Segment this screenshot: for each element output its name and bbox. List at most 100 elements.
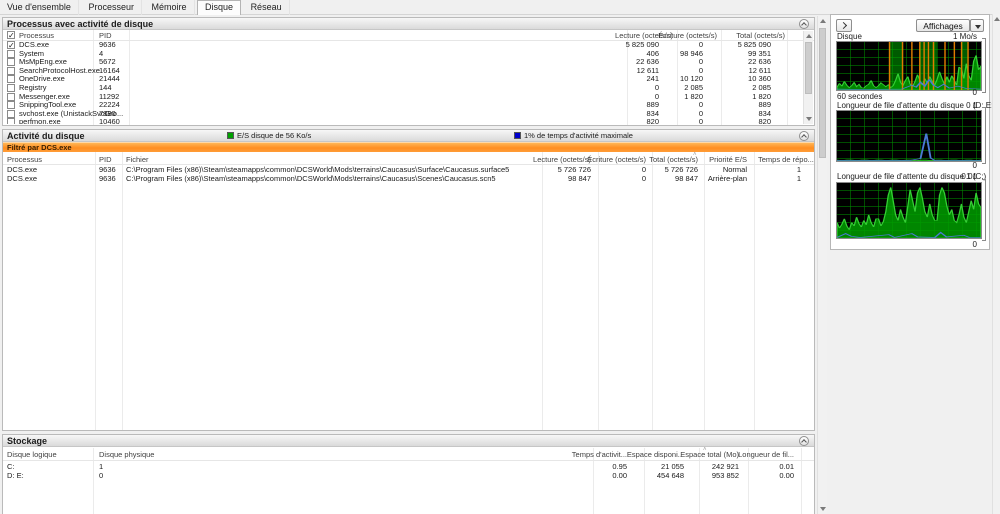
tab-memoire[interactable]: Mémoire — [145, 0, 195, 15]
scroll-down-icon[interactable] — [806, 117, 812, 121]
col-header-queue-length[interactable]: Longueur de fil... — [714, 449, 794, 461]
process-checkbox[interactable] — [7, 83, 15, 92]
col-header-pid[interactable]: PID — [99, 30, 112, 41]
cell-pid: 9636 — [99, 173, 116, 183]
tab-processeur[interactable]: Processeur — [81, 0, 142, 15]
col-header-process[interactable]: Processus — [7, 154, 42, 165]
col-header-process[interactable]: Processus — [19, 30, 54, 41]
disk-activity-header[interactable]: Activité du disque E/S disque de 56 Ko/s… — [3, 130, 814, 142]
column-divider — [652, 152, 653, 430]
column-divider — [95, 152, 96, 430]
chart-scale-bottom: 0 — [972, 240, 977, 249]
table-row[interactable]: C: 1 0.95 21 055 242 921 0.01 — [3, 462, 814, 472]
cell-priority: Arrière-plan — [707, 173, 747, 183]
col-header-total[interactable]: Total (octets/s) — [618, 154, 698, 165]
cell-file: C:\Program Files (x86)\Steam\steamapps\c… — [126, 173, 496, 183]
process-row[interactable]: MsMpEng.exe 5672 22 636 0 22 636 — [3, 58, 800, 67]
processes-scrollbar[interactable] — [803, 31, 813, 124]
chart-scale-bottom: 0 — [972, 88, 977, 97]
chart-scale-bottom: 0 — [972, 161, 977, 170]
tab-vue-densemble[interactable]: Vue d'ensemble — [0, 0, 79, 15]
process-checkbox[interactable] — [7, 109, 15, 118]
process-checkbox[interactable] — [7, 66, 15, 75]
disk1-queue-graph — [836, 182, 982, 239]
processes-panel-title: Processus avec activité de disque — [7, 19, 154, 29]
scroll-up-icon[interactable] — [994, 17, 1000, 21]
column-divider — [598, 152, 599, 430]
table-row[interactable]: D: E: 0 0.00 454 648 953 852 0.00 — [3, 470, 814, 481]
process-row[interactable]: perfmon.exe 10460 820 0 820 — [3, 118, 800, 124]
scale-bracket — [982, 179, 986, 241]
process-checkbox[interactable] — [7, 118, 15, 124]
cell-physical: 0 — [99, 470, 104, 480]
cell-total: 98 847 — [675, 173, 698, 183]
storage-header[interactable]: Stockage — [3, 435, 814, 447]
table-row[interactable]: DCS.exe 9636 C:\Program Files (x86)\Stea… — [3, 173, 814, 184]
scale-bracket — [982, 38, 986, 93]
cell-response: 1 — [796, 165, 801, 174]
collapse-icon[interactable] — [799, 131, 809, 141]
disk-activity-panel: Activité du disque E/S disque de 56 Ko/s… — [2, 129, 815, 431]
tab-reseau[interactable]: Réseau — [244, 0, 290, 15]
collapse-icon[interactable] — [799, 19, 809, 29]
cell-pid: 10460 — [99, 117, 120, 124]
views-button[interactable]: Affichages — [916, 19, 970, 32]
column-divider — [704, 152, 705, 430]
main-scrollbar[interactable] — [817, 16, 827, 514]
process-checkbox[interactable] — [7, 101, 15, 110]
resource-monitor-disk-tab: Vue d'ensemble Processeur Mémoire Disque… — [0, 0, 1000, 514]
chart-scale-top: 1 — [972, 101, 977, 110]
process-checkbox[interactable] — [7, 58, 15, 67]
cell-process: DCS.exe — [7, 173, 38, 183]
cell-total: 820 — [758, 117, 771, 124]
scale-bracket — [982, 107, 986, 164]
tab-disque[interactable]: Disque — [197, 0, 242, 15]
scroll-up-icon[interactable] — [806, 34, 812, 38]
scrollbar-thumb[interactable] — [805, 42, 812, 94]
disk0-queue-graph — [836, 110, 982, 162]
select-all-checkbox[interactable]: ✓ — [7, 31, 15, 40]
cell-queue: 0.00 — [779, 470, 794, 480]
filter-bar-label: Filtré par DCS.exe — [7, 143, 72, 152]
process-checkbox[interactable] — [7, 75, 15, 84]
chart-scale-top: 1 Mo/s — [952, 32, 977, 41]
process-row[interactable]: OneDrive.exe 21444 241 10 120 10 360 — [3, 75, 800, 84]
col-header-pid[interactable]: PID — [99, 154, 112, 165]
chart-scale-top: 0.01 — [961, 172, 977, 181]
activity-table-header: Processus PID Fichier Lecture (octets/s)… — [3, 154, 814, 165]
activity-legend-swatch — [514, 132, 521, 139]
processes-panel-header[interactable]: Processus avec activité de disque — [3, 18, 814, 30]
process-row[interactable]: Registry 144 0 2 085 2 085 — [3, 83, 800, 93]
processes-rows: ✓ DCS.exe 9636 5 825 090 0 5 825 090 System 4 40… — [3, 41, 800, 124]
collapse-sidebar-button[interactable] — [836, 19, 852, 32]
column-divider — [542, 152, 543, 430]
scrollbar-thumb[interactable] — [819, 28, 826, 158]
sidebar-scrollbar[interactable] — [992, 14, 1000, 514]
col-header-priority[interactable]: Priorité E/S — [687, 154, 747, 165]
views-dropdown-button[interactable] — [970, 19, 984, 32]
cell-response: 1 — [796, 173, 801, 183]
process-row[interactable]: Messenger.exe 11292 0 1 820 1 820 — [3, 92, 800, 102]
scroll-down-icon[interactable] — [820, 507, 826, 511]
collapse-icon[interactable] — [799, 436, 809, 446]
col-header-physical-disk[interactable]: Disque physique — [99, 449, 154, 461]
scroll-up-icon[interactable] — [820, 19, 826, 23]
col-header-file[interactable]: Fichier — [126, 154, 149, 165]
graphs-sidebar: Affichages Disque 1 Mo/s 60 secondes 0 L… — [830, 14, 996, 250]
io-legend-label: E/S disque de 56 Ko/s — [237, 131, 312, 140]
filter-bar[interactable]: Filtré par DCS.exe — [3, 142, 814, 152]
col-header-total[interactable]: Total (octets/s) — [705, 30, 785, 41]
col-header-logical-disk[interactable]: Disque logique — [7, 449, 57, 461]
column-divider — [754, 152, 755, 430]
col-header-response[interactable]: Temps de répo... — [758, 154, 814, 165]
process-checkbox[interactable] — [7, 92, 15, 101]
activity-rows: DCS.exe 9636 C:\Program Files (x86)\Stea… — [3, 165, 814, 184]
process-checkbox[interactable]: ✓ — [7, 41, 15, 50]
storage-panel: Stockage ˄ Disque logique Disque physiqu… — [2, 434, 815, 514]
processes-panel: Processus avec activité de disque ✓ Proc… — [2, 17, 815, 126]
disk-activity-title: Activité du disque — [7, 131, 85, 141]
chart-xlabel: 60 secondes — [837, 92, 883, 101]
process-row[interactable]: svchost.exe (UnistackSvcGro... 7880 834 0 83… — [3, 109, 800, 119]
process-row[interactable]: System 4 406 98 946 99 351 — [3, 49, 800, 59]
process-checkbox[interactable] — [7, 49, 15, 58]
